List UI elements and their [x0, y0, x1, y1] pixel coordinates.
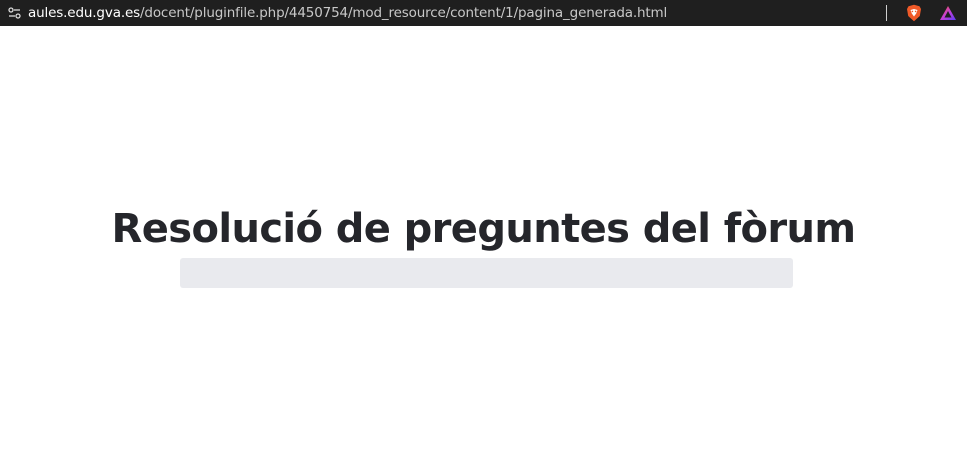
- url-host: aules.edu.gva.es: [28, 5, 140, 21]
- url-path: /docent/pluginfile.php/4450754/mod_resou…: [140, 5, 668, 21]
- loading-placeholder-bar: [180, 258, 793, 288]
- url-field[interactable]: aules.edu.gva.es/docent/pluginfile.php/4…: [28, 5, 667, 21]
- page-title: Resolució de preguntes del fòrum: [111, 206, 857, 252]
- browser-address-bar: aules.edu.gva.es/docent/pluginfile.php/4…: [0, 0, 967, 26]
- toolbar-right: [886, 0, 959, 26]
- toolbar-divider: [886, 5, 887, 21]
- brave-rewards-triangle-icon[interactable]: [937, 2, 959, 24]
- brave-shields-icon[interactable]: [903, 2, 925, 24]
- site-info-icon[interactable]: [0, 0, 28, 26]
- page-content: Resolució de preguntes del fòrum: [0, 26, 967, 471]
